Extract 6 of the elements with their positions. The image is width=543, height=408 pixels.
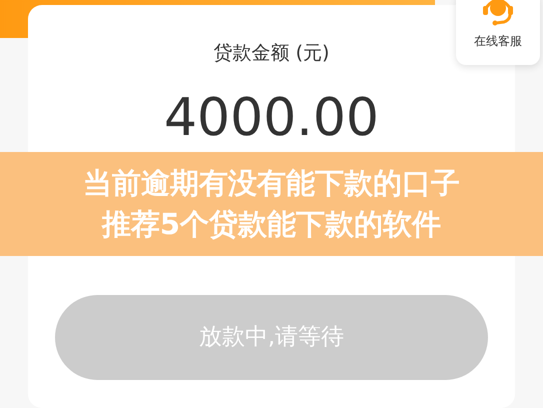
loan-amount-label: 贷款金额 (元)	[214, 41, 330, 66]
customer-service-button[interactable]: 在线客服	[456, 0, 540, 65]
banner-title-line: 当前逾期有没有能下款的口子	[83, 165, 460, 202]
banner-title-line: 推荐5个贷款能下款的软件	[102, 206, 442, 243]
loan-amount: 4000.00	[164, 92, 380, 144]
headset-icon	[480, 0, 516, 28]
